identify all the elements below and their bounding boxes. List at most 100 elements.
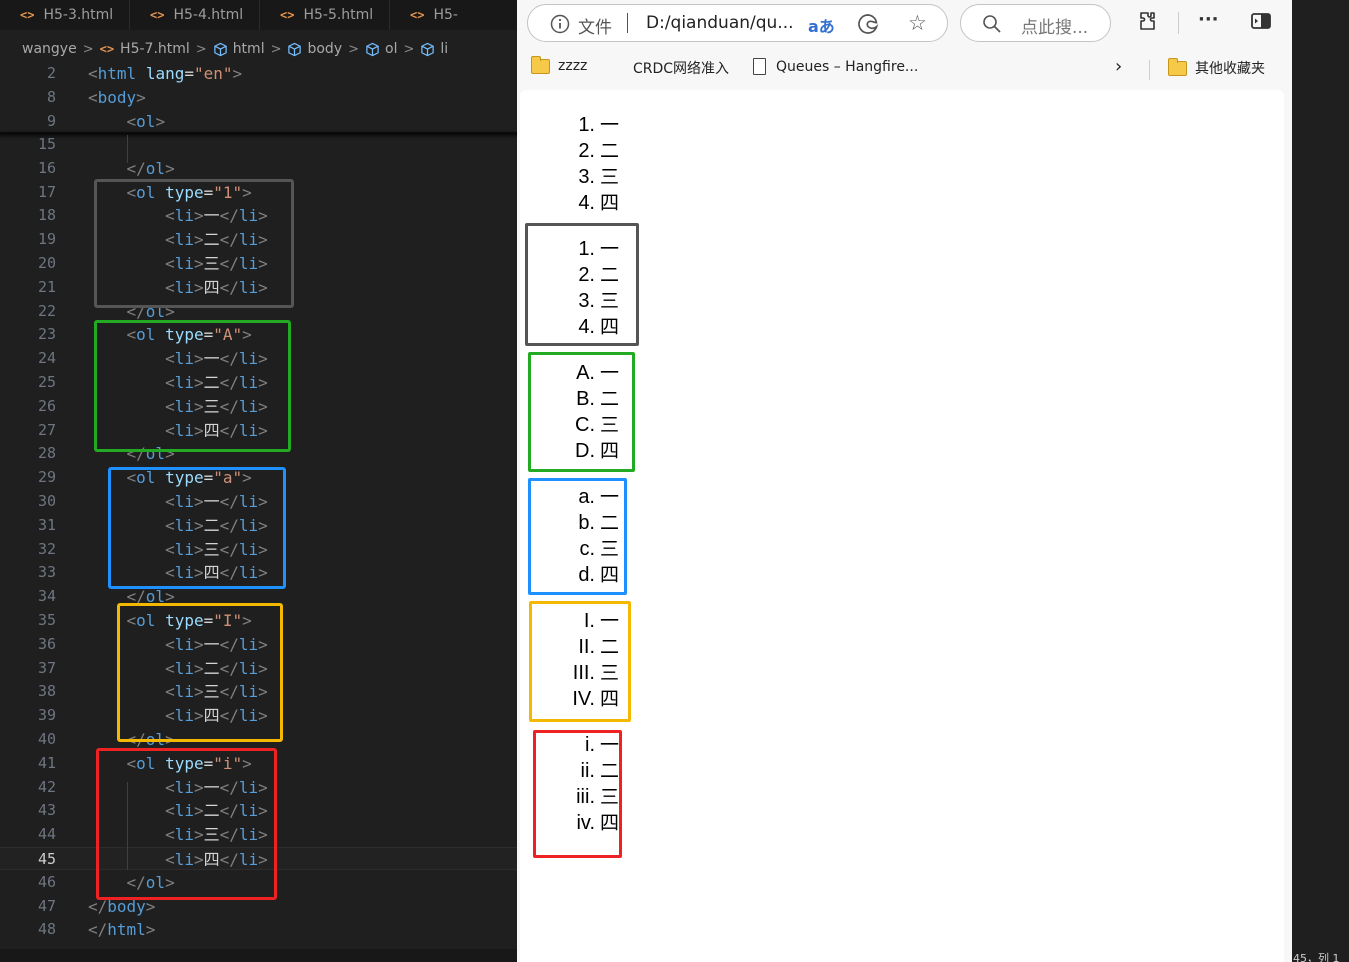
bookmarks-bar: zzzz CRDC网络准入 Queues – Hangfire... › 其他收… xyxy=(517,52,1292,84)
breadcrumb: wangye > <> H5-7.html > html > body > ol > li xyxy=(22,38,448,60)
search-box[interactable]: 点此搜... xyxy=(960,4,1111,42)
line-number: 20 xyxy=(37,254,56,272)
bookmarks-overflow-chevron-icon[interactable]: › xyxy=(1115,56,1122,77)
breadcrumb-item[interactable]: li xyxy=(420,41,448,57)
list-marker: d. xyxy=(578,564,595,586)
line-number: 29 xyxy=(37,468,56,486)
list-marker: III. xyxy=(572,662,595,684)
line-number: 15 xyxy=(37,135,56,153)
line-number: 16 xyxy=(37,159,56,177)
line-number: 34 xyxy=(37,587,56,605)
breadcrumb-item[interactable]: body > xyxy=(287,41,365,57)
highlight-box-yellow xyxy=(117,603,283,742)
edge-icon[interactable] xyxy=(857,13,879,39)
code-line[interactable]: 15 xyxy=(0,133,520,156)
breadcrumb-label: ol xyxy=(385,41,398,57)
line-number: 36 xyxy=(37,635,56,653)
list-item: 1. 一 xyxy=(540,236,619,262)
list-item: D. 四 xyxy=(540,438,619,464)
code-editor[interactable]: <> H5-3.html <> H5-4.html <> H5-5.html <> H5… xyxy=(0,0,520,962)
html-file-icon: <> xyxy=(99,42,115,56)
line-number: 8 xyxy=(46,88,56,106)
list-marker: a. xyxy=(578,486,595,508)
list-marker: A. xyxy=(576,362,595,384)
list-marker: iii. xyxy=(576,786,595,808)
cube-icon xyxy=(365,42,380,57)
code-line[interactable]: 48 </html> xyxy=(0,918,520,941)
list-item: B. 二 xyxy=(540,386,619,412)
line-number: 31 xyxy=(37,516,56,534)
list-marker: II. xyxy=(578,636,595,658)
list-item: II. 二 xyxy=(540,634,619,660)
list-item-text: 四 xyxy=(600,192,620,214)
status-bar-cursor-position[interactable]: 45，列 1 xyxy=(1292,950,1349,962)
line-number: 37 xyxy=(37,659,56,677)
code-line[interactable]: 16 </ol> xyxy=(0,157,520,180)
list-marker: 2. xyxy=(578,264,595,286)
cube-icon xyxy=(287,42,302,57)
list-item: 4. 四 xyxy=(540,314,619,340)
bookmark-hangfire[interactable]: Queues – Hangfire... xyxy=(753,58,918,75)
list-item-text: 三 xyxy=(600,538,620,560)
list-item-text: 四 xyxy=(600,688,620,710)
breadcrumb-item[interactable]: wangye > xyxy=(22,41,100,57)
list-marker: 1. xyxy=(578,114,595,136)
line-number: 28 xyxy=(37,444,56,462)
list-item-text: 三 xyxy=(600,166,620,188)
info-icon[interactable] xyxy=(550,14,570,38)
code-line[interactable]: 2 <html lang="en"> xyxy=(0,62,520,85)
editor-tab[interactable]: <> H5-3.html xyxy=(0,0,130,30)
address-divider xyxy=(627,13,628,33)
list-marker: 3. xyxy=(578,290,595,312)
breadcrumb-label: H5-7.html xyxy=(120,41,190,57)
editor-tab[interactable]: <> H5-5.html xyxy=(260,0,390,30)
sidebar-toggle-icon[interactable] xyxy=(1250,10,1272,36)
code-line[interactable]: 8 <body> xyxy=(0,86,520,109)
editor-footer xyxy=(0,949,520,962)
bookmark-crdc[interactable]: CRDC网络准入 xyxy=(633,58,729,78)
bookmark-folder-other[interactable]: 其他收藏夹 xyxy=(1168,57,1265,78)
breadcrumb-item[interactable]: <> H5-7.html > xyxy=(100,41,213,57)
list-item: III. 三 xyxy=(540,660,619,686)
list-item-text: 一 xyxy=(600,238,620,260)
list-item-text: 二 xyxy=(600,264,620,286)
url-text[interactable]: D:/qianduan/qu... xyxy=(646,13,794,33)
list-marker: B. xyxy=(576,388,595,410)
list-item: d. 四 xyxy=(540,562,619,588)
bookmark-folder-zzzz[interactable]: zzzz xyxy=(531,55,587,74)
code-line[interactable]: 9 <ol> xyxy=(0,110,520,133)
code-text: <ol> xyxy=(126,112,166,131)
line-number: 26 xyxy=(37,397,56,415)
list-item-text: 三 xyxy=(600,414,620,436)
address-bar[interactable]: 文件 D:/qianduan/qu... aあ ☆ xyxy=(527,4,948,42)
list-item: iii. 三 xyxy=(540,784,619,810)
list-item-text: 四 xyxy=(600,564,620,586)
breadcrumb-item[interactable]: html > xyxy=(213,41,288,57)
editor-tab[interactable]: <> H5- xyxy=(390,0,520,30)
list-item: A. 一 xyxy=(540,360,619,386)
editor-tab[interactable]: <> H5-4.html xyxy=(130,0,260,30)
line-number: 41 xyxy=(37,754,56,772)
chevron-right-icon: > xyxy=(348,41,360,57)
list-item-text: 一 xyxy=(600,362,620,384)
chevron-right-icon: > xyxy=(195,41,207,57)
bookmark-label: CRDC网络准入 xyxy=(633,61,730,77)
sticky-scroll-divider xyxy=(0,132,520,135)
editor-tab-label: H5-5.html xyxy=(303,7,374,23)
cube-icon xyxy=(420,42,435,57)
more-options-icon[interactable]: ··· xyxy=(1198,9,1219,30)
extensions-icon[interactable] xyxy=(1137,10,1159,36)
list-marker: IV. xyxy=(572,688,595,710)
list-item-text: 一 xyxy=(600,114,620,136)
list-marker: c. xyxy=(579,538,595,560)
list-item: 4. 四 xyxy=(540,190,619,216)
list-item-text: 一 xyxy=(600,610,620,632)
editor-tab-label: H5-4.html xyxy=(173,7,244,23)
line-number: 44 xyxy=(37,825,56,843)
favorite-star-icon[interactable]: ☆ xyxy=(908,11,927,35)
breadcrumb-item[interactable]: ol > xyxy=(365,41,420,57)
highlight-box-green xyxy=(94,320,291,452)
list-item-text: 二 xyxy=(600,512,620,534)
list-item: 3. 三 xyxy=(540,164,619,190)
read-aloud-icon[interactable]: aあ xyxy=(808,13,835,37)
